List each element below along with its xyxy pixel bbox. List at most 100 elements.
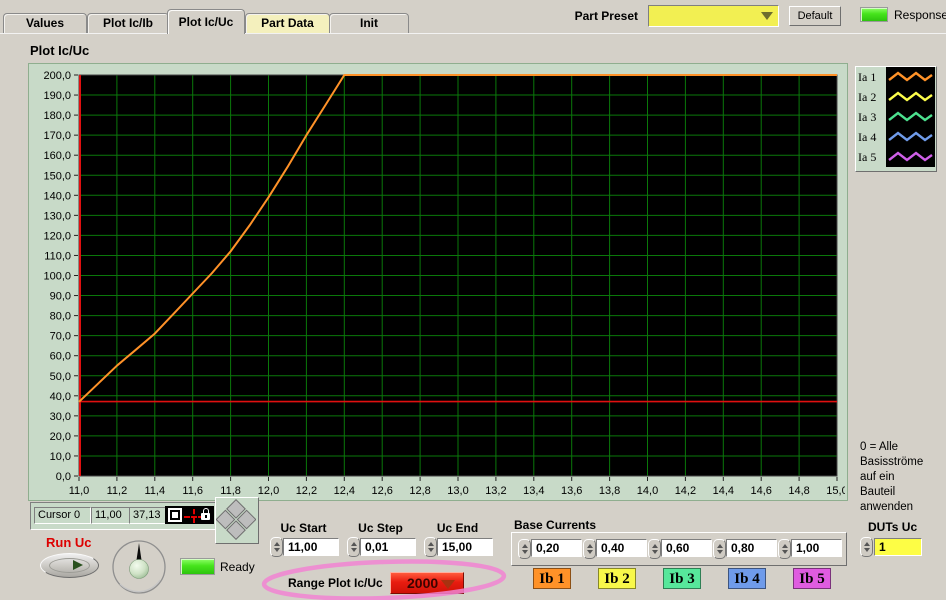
base-current-5-field[interactable]: 1,00 — [791, 539, 842, 557]
spinner-up-icon[interactable] — [351, 542, 357, 546]
base-current-1-stepper[interactable] — [518, 539, 531, 559]
default-button[interactable]: Default — [789, 6, 841, 26]
ib-3-button[interactable]: Ib 3 — [663, 568, 701, 589]
legend-item-ia-4[interactable]: Ia 4 — [856, 127, 936, 147]
spinner-down-icon[interactable] — [274, 548, 280, 552]
uc-end-field[interactable]: 15,00 — [437, 538, 493, 556]
ic-uc-graph-panel: 11,011,211,411,611,812,012,212,412,612,8… — [28, 63, 848, 501]
spinner-up-icon[interactable] — [782, 544, 788, 548]
range-plot-value: 2000 — [407, 575, 438, 591]
legend-item-ia-2[interactable]: Ia 2 — [856, 87, 936, 107]
ib-1-button[interactable]: Ib 1 — [533, 568, 571, 589]
cursor-move-pad[interactable] — [215, 497, 259, 544]
chevron-down-icon — [761, 12, 773, 20]
svg-text:14,8: 14,8 — [788, 485, 809, 497]
svg-text:140,0: 140,0 — [43, 190, 71, 202]
duts-uc-stepper[interactable] — [860, 537, 873, 557]
svg-text:12,2: 12,2 — [296, 485, 317, 497]
uc-step-field[interactable]: 0,01 — [360, 538, 416, 556]
legend-line-sample — [886, 87, 935, 107]
tab-init[interactable]: Init — [329, 13, 409, 33]
spinner-down-icon[interactable] — [782, 550, 788, 554]
ic-uc-plot[interactable]: 11,011,211,411,611,812,012,212,412,612,8… — [29, 64, 845, 498]
spinner-up-icon[interactable] — [717, 544, 723, 548]
spinner-up-icon[interactable] — [652, 544, 658, 548]
svg-text:14,0: 14,0 — [637, 485, 658, 497]
uc-end-label: Uc End — [424, 521, 491, 535]
svg-text:12,6: 12,6 — [371, 485, 392, 497]
base-current-2-stepper[interactable] — [583, 539, 596, 559]
legend-item-ia-3[interactable]: Ia 3 — [856, 107, 936, 127]
part-preset-dropdown[interactable] — [648, 5, 779, 27]
svg-text:14,6: 14,6 — [750, 485, 771, 497]
note-line: anwenden — [860, 500, 944, 515]
tab-plot-ic-ib[interactable]: Plot Ic/Ib — [87, 13, 169, 33]
base-current-5-stepper[interactable] — [778, 539, 791, 559]
base-current-3-stepper[interactable] — [648, 539, 661, 559]
base-current-2-field[interactable]: 0,40 — [596, 539, 647, 557]
spinner-down-icon[interactable] — [864, 548, 870, 552]
range-plot-dropdown[interactable]: 2000 — [390, 572, 464, 594]
tab-plot-ic-uc[interactable]: Plot Ic/Uc — [167, 9, 245, 34]
ready-label: Ready — [220, 560, 255, 574]
spinner-up-icon[interactable] — [428, 542, 434, 546]
spinner-down-icon[interactable] — [652, 550, 658, 554]
spinner-up-icon[interactable] — [864, 542, 870, 546]
svg-text:110,0: 110,0 — [44, 250, 71, 262]
spinner-up-icon[interactable] — [587, 544, 593, 548]
base-currents-group: 0,20 0,40 0,60 0,80 1,00 — [511, 532, 847, 566]
ib-5-button[interactable]: Ib 5 — [793, 568, 831, 589]
legend-item-ia-5[interactable]: Ia 5 — [856, 147, 936, 167]
legend-line-sample — [886, 147, 935, 167]
uc-start-field[interactable]: 11,00 — [283, 538, 339, 556]
uc-start-stepper[interactable] — [270, 537, 283, 557]
legend-item-ia-1[interactable]: Ia 1 — [856, 67, 936, 87]
cursor-style-box[interactable] — [165, 506, 214, 524]
cursor-x-box[interactable]: 11,00 — [91, 507, 130, 524]
tab-part-data[interactable]: Part Data — [245, 13, 330, 33]
legend-label: Ia 4 — [856, 130, 886, 145]
svg-text:11,4: 11,4 — [145, 485, 166, 497]
legend-line-sample — [886, 107, 935, 127]
svg-text:80,0: 80,0 — [50, 311, 71, 323]
uc-step-label: Uc Step — [347, 521, 414, 535]
uc-knob[interactable] — [110, 539, 168, 595]
uc-step-stepper[interactable] — [347, 537, 360, 557]
legend-label: Ia 3 — [856, 110, 886, 125]
lock-icon[interactable] — [201, 513, 210, 520]
svg-text:10,0: 10,0 — [50, 451, 71, 463]
svg-text:180,0: 180,0 — [43, 110, 71, 122]
legend-label: Ia 5 — [856, 150, 886, 165]
ib-4-button[interactable]: Ib 4 — [728, 568, 766, 589]
ready-led — [180, 558, 215, 575]
base-currents-note: 0 = AlleBasisströmeauf einBauteilanwende… — [860, 440, 944, 515]
chevron-down-icon — [441, 580, 455, 589]
spinner-up-icon[interactable] — [522, 544, 528, 548]
base-current-3-field[interactable]: 0,60 — [661, 539, 712, 557]
spinner-down-icon[interactable] — [428, 548, 434, 552]
svg-text:11,6: 11,6 — [182, 485, 203, 497]
spinner-down-icon[interactable] — [522, 550, 528, 554]
spinner-up-icon[interactable] — [274, 542, 280, 546]
spinner-down-icon[interactable] — [351, 548, 357, 552]
cursor-name-box[interactable]: Cursor 0 — [34, 507, 91, 524]
legend-line-sample — [886, 67, 935, 87]
duts-uc-label: DUTs Uc — [868, 520, 917, 534]
crosshair-icon — [193, 509, 195, 523]
ib-2-button[interactable]: Ib 2 — [598, 568, 636, 589]
uc-end-stepper[interactable] — [424, 537, 437, 557]
base-current-1-field[interactable]: 0,20 — [531, 539, 582, 557]
spinner-down-icon[interactable] — [587, 550, 593, 554]
spinner-down-icon[interactable] — [717, 550, 723, 554]
note-line: 0 = Alle — [860, 440, 944, 455]
tab-values[interactable]: Values — [3, 13, 87, 33]
run-uc-button[interactable] — [40, 553, 99, 578]
svg-text:12,8: 12,8 — [409, 485, 430, 497]
base-current-4-field[interactable]: 0,80 — [726, 539, 777, 557]
base-current-4-stepper[interactable] — [713, 539, 726, 559]
cursor-y-box[interactable]: 37,13 — [129, 507, 167, 524]
duts-uc-field[interactable]: 1 — [874, 538, 922, 556]
svg-text:0,0: 0,0 — [56, 471, 71, 483]
cursor-marker-icon[interactable] — [168, 508, 182, 522]
svg-text:13,6: 13,6 — [561, 485, 582, 497]
